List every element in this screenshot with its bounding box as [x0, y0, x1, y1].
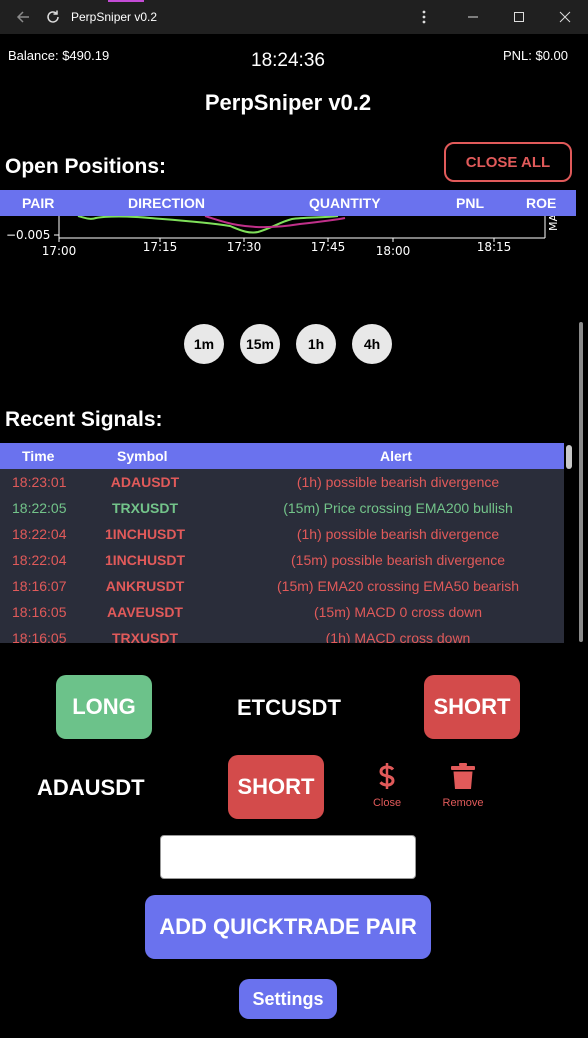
- col-time: Time: [22, 448, 55, 464]
- quicktrade-pair-adausdt: ADAUSDT: [37, 775, 145, 800]
- table-row[interactable]: 18:22:04 1INCHUSDT (15m) possible bearis…: [0, 547, 564, 573]
- dollar-icon: [379, 763, 395, 789]
- col-pnl: PNL: [456, 195, 484, 211]
- close-all-button[interactable]: CLOSE ALL: [444, 142, 572, 182]
- settings-button[interactable]: Settings: [239, 979, 337, 1019]
- maximize-icon[interactable]: [496, 0, 542, 34]
- col-symbol: Symbol: [117, 448, 168, 464]
- app-title: PerpSniper v0.2: [204, 90, 372, 115]
- short-button-etcusdt[interactable]: SHORT: [424, 675, 520, 739]
- signal-time: 18:23:01: [12, 474, 67, 490]
- signal-symbol: 1INCHUSDT: [104, 552, 186, 568]
- signal-time: 18:16:05: [12, 630, 67, 643]
- signal-alert: (15m) EMA20 crossing EMA50 bearish: [277, 578, 519, 594]
- x-tick-label: 17:45: [311, 240, 346, 254]
- table-row[interactable]: 18:23:01 ADAUSDT (1h) possible bearish d…: [0, 469, 564, 495]
- table-row[interactable]: 18:22:05 TRXUSDT (15m) Price crossing EM…: [0, 495, 564, 521]
- quicktrade-pair-etcusdt: ETCUSDT: [237, 695, 341, 720]
- back-icon[interactable]: [10, 0, 36, 34]
- signal-alert: (15m) MACD 0 cross down: [313, 604, 483, 620]
- x-tick-label: 17:30: [227, 240, 262, 254]
- signal-symbol: AAVEUSDT: [107, 604, 183, 620]
- y-tick-label: −0.005: [6, 228, 50, 242]
- close-icon[interactable]: [542, 0, 588, 34]
- table-row[interactable]: 18:22:04 1INCHUSDT (1h) possible bearish…: [0, 521, 564, 547]
- x-tick-label: 17:15: [143, 240, 178, 254]
- col-direction: DIRECTION: [128, 195, 205, 211]
- table-row[interactable]: 18:16:07 ANKRUSDT (15m) EMA20 crossing E…: [0, 573, 564, 599]
- remove-pair-button[interactable]: Remove: [436, 762, 490, 809]
- signal-time: 18:22:04: [12, 552, 67, 568]
- chart-right-label: MA: [547, 216, 560, 231]
- close-label: Close: [372, 797, 402, 809]
- timeframe-1h-button[interactable]: 1h: [296, 324, 336, 364]
- remove-label: Remove: [442, 797, 484, 809]
- trash-icon: [451, 763, 475, 789]
- window-titlebar: PerpSniper v0.2: [0, 0, 588, 34]
- signal-symbol: TRXUSDT: [111, 630, 179, 643]
- signals-scrollbar[interactable]: [566, 445, 572, 469]
- signal-symbol: 1INCHUSDT: [104, 526, 186, 542]
- signal-time: 18:16:07: [12, 578, 67, 594]
- signal-time: 18:22:04: [12, 526, 67, 542]
- reload-icon[interactable]: [42, 0, 64, 34]
- clock-text: 18:24:36: [251, 50, 325, 71]
- signal-alert: (1h) possible bearish divergence: [296, 474, 500, 490]
- signal-alert: (1h) MACD cross down: [325, 630, 471, 643]
- col-alert: Alert: [380, 448, 412, 464]
- signal-alert: (15m) possible bearish divergence: [291, 552, 505, 568]
- table-row[interactable]: 18:16:05 AAVEUSDT (15m) MACD 0 cross dow…: [0, 599, 564, 625]
- signal-time: 18:16:05: [12, 604, 67, 620]
- signal-symbol: ANKRUSDT: [105, 578, 185, 594]
- quicktrade-pair-input[interactable]: [160, 835, 416, 879]
- pnl-text: PNL: $0.00: [502, 48, 568, 63]
- page-scrollbar[interactable]: [579, 322, 583, 642]
- timeframe-4h-button[interactable]: 4h: [352, 324, 392, 364]
- x-tick-label: 18:00: [376, 244, 411, 258]
- signals-table[interactable]: Time Symbol Alert 18:23:01 ADAUSDT (1h) …: [0, 443, 564, 643]
- recent-signals-title: Recent Signals:: [5, 408, 163, 431]
- positions-table-header: PAIR DIRECTION QUANTITY PNL ROE: [0, 190, 576, 216]
- col-pair: PAIR: [22, 195, 55, 211]
- minimize-icon[interactable]: [450, 0, 496, 34]
- long-button[interactable]: LONG: [56, 675, 152, 739]
- x-tick-label: 17:00: [42, 244, 77, 258]
- short-button-adausdt[interactable]: SHORT: [228, 755, 324, 819]
- more-icon[interactable]: [412, 0, 436, 34]
- close-position-button[interactable]: Close: [364, 762, 410, 809]
- signal-symbol: ADAUSDT: [110, 474, 180, 490]
- price-chart: −0.005 17:00 17:15 17:30 17:45 18:00 18:…: [6, 216, 560, 258]
- col-quantity: QUANTITY: [309, 195, 381, 211]
- add-quicktrade-pair-button[interactable]: ADD QUICKTRADE PAIR: [145, 895, 431, 959]
- timeframe-1m-button[interactable]: 1m: [184, 324, 224, 364]
- table-row[interactable]: 18:16:05 TRXUSDT (1h) MACD cross down: [0, 625, 564, 643]
- timeframe-15m-button[interactable]: 15m: [240, 324, 280, 364]
- open-positions-title: Open Positions:: [5, 155, 167, 178]
- window-title: PerpSniper v0.2: [71, 10, 158, 24]
- signal-alert: (1h) possible bearish divergence: [296, 526, 500, 542]
- signal-alert: (15m) Price crossing EMA200 bullish: [283, 500, 513, 516]
- col-roe: ROE: [526, 195, 557, 211]
- signal-time: 18:22:05: [12, 500, 67, 516]
- signal-symbol: TRXUSDT: [111, 500, 179, 516]
- x-tick-label: 18:15: [477, 240, 512, 254]
- signals-table-header: Time Symbol Alert: [0, 443, 564, 469]
